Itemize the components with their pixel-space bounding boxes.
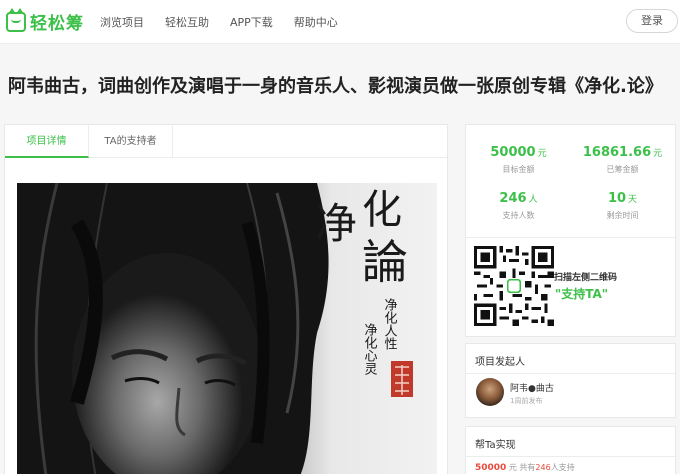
nav-item-mutual-aid[interactable]: 轻松互助 [165, 14, 209, 30]
qr-instruction: 扫描左侧二维码 [554, 273, 618, 283]
promoter-section-title: 项目发起人 [475, 357, 525, 368]
help-amount-row: 50000 元 共有246人支持 [475, 462, 575, 473]
main-nav: 浏览项目 轻松互助 APP下载 帮助中心 [100, 14, 359, 30]
publish-time: 1周前发布 [510, 397, 543, 405]
cover-title-char-2: 化 [362, 187, 402, 233]
help-mid-text: 共有 [519, 463, 536, 472]
stat-target-label: 目标金额 [502, 165, 535, 174]
album-cover-image: 净 化 論 净化人性 净化心灵 [17, 183, 437, 474]
promoter-name[interactable]: 阿韦●曲古 [510, 381, 554, 394]
cover-title-char-3: 論 [362, 235, 408, 289]
stat-raised-value: 16861.66 元 [582, 145, 663, 160]
help-amount-unit: 元 [508, 463, 517, 472]
help-suffix: 人支持 [550, 463, 575, 472]
tab-project-details[interactable]: 项目详情 [5, 125, 89, 158]
cover-title-char-1: 净 [315, 199, 357, 248]
help-amount-value: 50000 [475, 463, 507, 473]
tab-bar: 项目详情 TA的支持者 [5, 125, 447, 158]
divider [466, 456, 675, 457]
help-count: 246 [535, 463, 551, 472]
stat-supporters: 246 人 支持人数 [466, 191, 571, 221]
top-bar: 轻松筹 浏览项目 轻松互助 APP下载 帮助中心 登录 [0, 0, 680, 44]
stat-target: 50000 元 目标金额 [466, 145, 571, 175]
project-title: 阿韦曲古，词曲创作及演唱于一身的音乐人、影视演员做一张原创专辑《净化.论》 [8, 76, 663, 97]
cover-subtitle-line1: 净化人性 [382, 298, 398, 350]
qr-code[interactable] [474, 246, 554, 326]
stat-target-value: 50000 元 [490, 145, 547, 160]
qr-support-text: "支持TA" [555, 287, 609, 301]
stat-remaining-label: 剩余时间 [606, 211, 639, 220]
stat-remaining-value: 10 天 [607, 191, 638, 206]
cat-logo-icon [6, 7, 26, 32]
nav-item-app-download[interactable]: APP下载 [230, 14, 273, 30]
stat-raised: 16861.66 元 已筹金额 [570, 145, 675, 175]
logo-text: 轻松筹 [30, 14, 84, 34]
login-button[interactable]: 登录 [626, 9, 678, 33]
album-cover-art: 净 化 論 净化人性 净化心灵 [17, 183, 437, 474]
cover-subtitle-line2: 净化心灵 [362, 323, 378, 376]
logo[interactable]: 轻松筹 [6, 7, 84, 34]
stat-supporters-label: 支持人数 [502, 211, 535, 220]
nav-item-help[interactable]: 帮助中心 [294, 14, 338, 30]
project-promoter-panel: 项目发起人 阿韦●曲古 1周前发布 [465, 343, 676, 418]
qr-section: 扫描左侧二维码 "支持TA" [466, 237, 675, 337]
funding-stats-panel: 50000 元 目标金额 16861.66 元 已筹金额 246 人 支持人数 10 天… [465, 124, 676, 337]
stat-remaining: 10 天 剩余时间 [570, 191, 675, 221]
avatar[interactable] [476, 378, 504, 406]
project-content-panel: 项目详情 TA的支持者 净 化 論 净化人性 净化心灵 [4, 124, 448, 474]
nav-item-browse[interactable]: 浏览项目 [100, 14, 144, 30]
help-realize-panel: 帮Ta实现 50000 元 共有246人支持 [465, 426, 676, 474]
tab-supporters[interactable]: TA的支持者 [89, 125, 173, 158]
stat-supporters-value: 246 人 [499, 191, 538, 206]
divider [466, 373, 675, 374]
help-section-title: 帮Ta实现 [475, 440, 516, 451]
stat-raised-label: 已筹金额 [606, 165, 639, 174]
